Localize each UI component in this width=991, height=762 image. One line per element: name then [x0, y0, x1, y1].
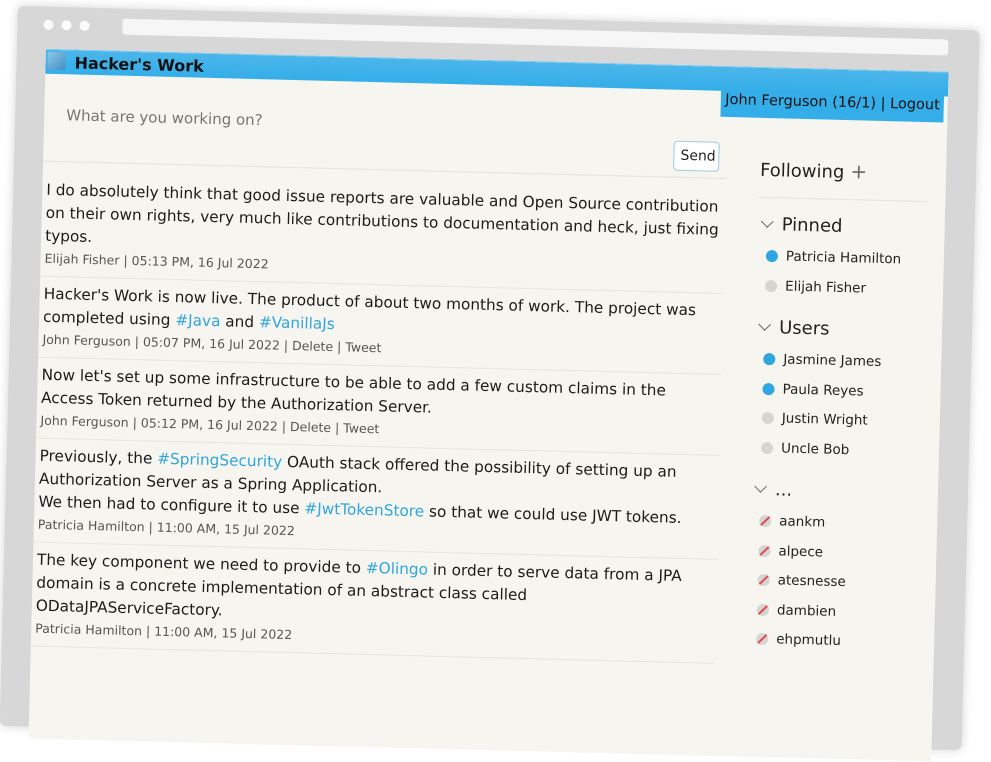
post-text-segment: Now let's set up some infrastructure to …: [40, 365, 667, 417]
sidebar-user-item[interactable]: Paula Reyes: [752, 380, 943, 414]
post-feed: I do absolutely think that good issue re…: [30, 172, 727, 664]
group-toggle[interactable]: ...: [749, 479, 940, 518]
post-author[interactable]: John Ferguson: [42, 332, 131, 349]
sidebar-user-name: Uncle Bob: [780, 439, 850, 458]
post-author[interactable]: John Ferguson: [40, 413, 129, 430]
post-action-delete-link[interactable]: Delete: [292, 338, 333, 354]
offline-status-icon: [760, 441, 774, 454]
sidebar-user-name: atesnesse: [777, 572, 847, 591]
post-timestamp: 11:00 AM, 15 Jul 2022: [156, 519, 295, 539]
post-item: I do absolutely think that good issue re…: [40, 172, 727, 294]
browser-window: Hacker's Work John Ferguson (16/1) | Log…: [0, 6, 980, 762]
following-label: Following: [759, 159, 845, 183]
sidebar-group: Users Jasmine James Paula Reyes Justin Wrig…: [751, 317, 945, 474]
hashtag-link[interactable]: #JwtTokenStore: [304, 499, 424, 520]
group-toggle[interactable]: Users: [754, 317, 945, 356]
offline-status-icon: [765, 279, 778, 292]
compose-box: Send: [43, 105, 724, 172]
sidebar: Following + Pinned Patricia Hamilton Elijah…: [745, 157, 948, 675]
app-title: Hacker's Work: [74, 53, 204, 76]
current-user: John Ferguson (16/1): [725, 91, 877, 112]
post-timestamp: 05:13 PM, 16 Jul 2022: [131, 252, 269, 272]
online-status-icon: [763, 352, 776, 366]
offline-status-icon: [761, 411, 774, 425]
sidebar-user-item[interactable]: aankm: [749, 513, 940, 547]
plus-icon[interactable]: +: [850, 159, 867, 183]
blocked-icon: [759, 514, 772, 528]
chevron-down-icon: [760, 215, 774, 228]
logout-link[interactable]: Logout: [890, 96, 940, 113]
post-text-segment: and: [220, 312, 260, 332]
address-bar[interactable]: [122, 18, 949, 56]
following-groups: Pinned Patricia Hamilton Elijah Fisher User…: [746, 214, 947, 665]
sidebar-group: Pinned Patricia Hamilton Elijah Fisher: [755, 214, 947, 312]
sidebar-user-name: Jasmine James: [783, 351, 882, 370]
blocked-icon: [756, 632, 769, 646]
post-action-delete-link[interactable]: Delete: [290, 419, 331, 435]
post-author[interactable]: Patricia Hamilton: [38, 517, 145, 535]
hashtag-link[interactable]: #Java: [175, 311, 221, 330]
post-text-segment: Hacker's Work is now live. The product o…: [42, 284, 697, 330]
post-item: Previously, the #SpringSecurity OAuth st…: [33, 438, 720, 560]
sidebar-user-name: ehpmutlu: [776, 631, 842, 650]
post-text-segment: The key component we need to provide to: [36, 550, 367, 577]
window-dot: [79, 20, 90, 31]
following-header: Following +: [757, 157, 948, 200]
hashtag-link[interactable]: #SpringSecurity: [157, 450, 282, 471]
post-text: The key component we need to provide to …: [36, 549, 714, 635]
sidebar-user-name: Justin Wright: [781, 410, 868, 429]
group-title: Pinned: [781, 214, 843, 237]
sidebar-user-name: Patricia Hamilton: [785, 248, 902, 268]
nav-separator: |: [880, 95, 886, 112]
user-nav: John Ferguson (16/1) | Logout: [720, 89, 945, 123]
post-action-tweet-link[interactable]: Tweet: [345, 339, 381, 355]
chevron-down-icon: [758, 318, 772, 331]
app-page: Hacker's Work John Ferguson (16/1) | Log…: [28, 48, 949, 762]
group-title: Users: [778, 317, 830, 340]
sidebar-user-item[interactable]: ehpmutlu: [746, 631, 937, 665]
hashtag-link[interactable]: #Olingo: [366, 559, 429, 579]
sidebar-user-item[interactable]: Jasmine James: [753, 351, 944, 385]
window-dot: [43, 19, 54, 30]
online-status-icon: [762, 382, 775, 395]
send-button[interactable]: Send: [673, 140, 720, 172]
hashtag-link[interactable]: #VanillaJs: [259, 313, 335, 333]
post-action-tweet-link[interactable]: Tweet: [343, 420, 379, 436]
sidebar-user-name: Elijah Fisher: [784, 278, 867, 297]
blocked-icon: [758, 544, 771, 557]
post-text-segment: I do absolutely think that good issue re…: [44, 180, 719, 246]
post-text-segment: Previously, the: [39, 446, 158, 468]
app-logo-icon: [47, 51, 66, 71]
blocked-icon: [757, 573, 770, 587]
blocked-icon: [756, 603, 770, 616]
window-dot: [61, 20, 72, 31]
sidebar-user-item[interactable]: atesnesse: [747, 572, 938, 606]
sidebar-user-item[interactable]: Justin Wright: [751, 410, 942, 444]
post-timestamp: 11:00 AM, 15 Jul 2022: [153, 623, 293, 643]
post-item: The key component we need to provide to …: [30, 542, 718, 664]
group-title: ...: [774, 479, 793, 501]
online-status-icon: [765, 250, 779, 263]
sidebar-user-item[interactable]: Patricia Hamilton: [755, 248, 946, 282]
sidebar-group: ... aankm alpece atesnesse dambien ehpmutlu: [746, 479, 941, 665]
sidebar-user-name: dambien: [776, 601, 837, 620]
post-author[interactable]: Patricia Hamilton: [35, 621, 142, 639]
sidebar-user-item[interactable]: dambien: [746, 601, 937, 635]
sidebar-user-name: aankm: [778, 513, 826, 531]
status-input[interactable]: [63, 105, 629, 140]
sidebar-user-item[interactable]: Elijah Fisher: [755, 277, 946, 311]
group-toggle[interactable]: Pinned: [756, 214, 947, 253]
sidebar-user-name: Paula Reyes: [782, 380, 864, 400]
sidebar-user-item[interactable]: alpece: [748, 542, 939, 576]
post-text: Previously, the #SpringSecurity OAuth st…: [38, 445, 716, 531]
chevron-down-icon: [754, 480, 767, 493]
post-text-segment: so that we could use JWT tokens.: [423, 502, 682, 527]
post-author[interactable]: Elijah Fisher: [44, 251, 119, 268]
sidebar-user-name: alpece: [778, 542, 824, 561]
sidebar-user-item[interactable]: Uncle Bob: [751, 439, 942, 473]
post-text: I do absolutely think that good issue re…: [45, 179, 723, 265]
post-timestamp: 05:12 PM, 16 Jul 2022: [140, 415, 279, 434]
post-timestamp: 05:07 PM, 16 Jul 2022: [142, 334, 281, 353]
